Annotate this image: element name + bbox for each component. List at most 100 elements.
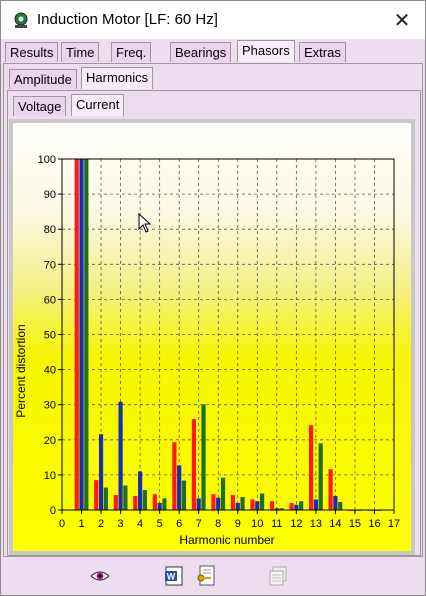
sub-tab-row: Amplitude Harmonics — [9, 67, 309, 91]
mouse-pointer-icon — [138, 213, 152, 233]
x-tick-label: 17 — [388, 518, 400, 530]
chart-bar — [177, 465, 182, 510]
chart-bar — [98, 434, 104, 510]
x-axis-label: Harmonic number — [179, 533, 274, 547]
chart-bar — [152, 494, 157, 510]
harmonics-chart: 01020304050607080901000 1 2 3 4 5 6 7 8 9 10 11 12 13… — [14, 154, 400, 547]
tab-voltage[interactable]: Voltage — [13, 96, 67, 116]
signal-tab-row: Voltage Current — [13, 94, 213, 118]
motor-app-icon — [14, 12, 28, 28]
x-tick-label: 1 — [78, 518, 84, 530]
x-tick-label: 11 — [271, 518, 282, 530]
close-icon: ✕ — [393, 9, 411, 32]
x-tick-label: 15 — [349, 518, 361, 530]
chart-bar — [338, 501, 343, 510]
chart-frame: 0 10 20 30 40 50 60 70 80 90 100 0 1 2 3 4 5 6 7 8 9 10 11 12 13… — [9, 119, 415, 555]
y-tick-label: 60 — [44, 294, 56, 306]
svg-text:W: W — [167, 572, 176, 582]
chart-bar — [113, 494, 118, 510]
x-tick-label: 4 — [137, 518, 143, 530]
chart-bar — [235, 502, 240, 510]
x-tick-label: 12 — [290, 518, 302, 530]
close-button[interactable]: ✕ — [379, 1, 425, 39]
chart-bar — [255, 501, 260, 510]
y-tick-label: 10 — [44, 470, 56, 482]
chart-bar — [313, 499, 318, 510]
chart-bar — [289, 502, 294, 510]
y-axis-label: Percent distortion — [14, 324, 28, 417]
chart-bar — [94, 480, 99, 510]
x-tick-label: 0 — [59, 518, 65, 530]
chart-bar — [79, 159, 84, 510]
y-tick-label: 0 — [50, 505, 56, 517]
chart-bar — [250, 499, 255, 510]
y-tick-label: 70 — [44, 259, 56, 271]
x-tick-label: 9 — [235, 518, 241, 530]
tab-results[interactable]: Results — [5, 42, 59, 62]
tab-extras[interactable]: Extras — [299, 42, 346, 62]
x-tick-label: 7 — [196, 518, 202, 530]
chart-bar — [240, 497, 245, 510]
chart-bar — [259, 493, 265, 510]
x-tick-label: 5 — [157, 518, 163, 530]
chart-bar — [318, 443, 323, 510]
title-bar: Induction Motor [LF: 60 Hz] ✕ — [1, 1, 425, 39]
chart-bar — [133, 495, 138, 510]
y-tick-label: 40 — [44, 365, 56, 377]
chart-grid — [62, 159, 394, 510]
main-tab-row: Results Time Freq. Bearings Phasors Extr… — [5, 40, 421, 64]
chart-bar — [142, 489, 148, 510]
x-tick-label: 13 — [310, 518, 322, 530]
x-tick-label: 6 — [176, 518, 182, 530]
key-document-icon[interactable] — [195, 565, 217, 587]
chart-bar — [299, 501, 304, 510]
chart-bar — [201, 404, 206, 510]
chart-bar — [157, 502, 162, 510]
tab-harmonics[interactable]: Harmonics — [81, 67, 154, 89]
y-tick-label: 90 — [44, 189, 56, 201]
tab-amplitude[interactable]: Amplitude — [9, 69, 77, 89]
chart-bar — [138, 471, 143, 510]
chart-bar — [269, 501, 275, 510]
chart-bar — [216, 497, 221, 510]
chart-bar — [191, 419, 197, 510]
chart-bar — [103, 487, 108, 510]
chart-bar — [294, 504, 299, 510]
word-export-icon[interactable]: W — [164, 565, 186, 587]
tab-time[interactable]: Time — [61, 42, 100, 62]
eye-icon[interactable] — [89, 565, 111, 587]
chart-axes: 01020304050607080901000 1 2 3 4 5 6 7 8 9 10 11 12 13… — [38, 154, 400, 530]
tab-phasors[interactable]: Phasors — [237, 40, 295, 62]
x-tick-label: 3 — [118, 518, 124, 530]
tab-freq[interactable]: Freq. — [111, 42, 152, 62]
chart-bar — [84, 159, 89, 510]
chart-bar — [220, 477, 226, 510]
window-title: Induction Motor [LF: 60 Hz] — [37, 11, 218, 28]
chart-bar — [118, 401, 123, 510]
chart-bar — [230, 494, 236, 510]
tab-current[interactable]: Current — [71, 94, 125, 116]
chart-bar — [196, 498, 201, 510]
copy-pages-icon[interactable] — [267, 565, 289, 587]
chart-bar — [333, 495, 338, 510]
chart-bar — [123, 485, 128, 510]
y-tick-label: 100 — [38, 154, 56, 166]
chart-bar — [308, 425, 314, 510]
y-tick-label: 20 — [44, 435, 56, 447]
chart-bar — [328, 469, 333, 510]
x-tick-label: 2 — [98, 518, 104, 530]
footer-toolbar: W — [1, 557, 425, 595]
y-tick-label: 50 — [44, 330, 56, 342]
chart-bar — [181, 480, 187, 510]
y-tick-label: 30 — [44, 400, 56, 412]
x-tick-label: 14 — [329, 518, 341, 530]
x-tick-label: 10 — [251, 518, 263, 530]
chart-bar — [211, 494, 216, 510]
tab-bearings[interactable]: Bearings — [170, 42, 232, 62]
chart-bar — [74, 159, 79, 510]
chart-bar — [172, 442, 177, 510]
x-tick-label: 8 — [215, 518, 221, 530]
app-window: Induction Motor [LF: 60 Hz] ✕ Results Ti… — [0, 0, 426, 596]
chart-bar — [162, 498, 167, 510]
x-tick-label: 16 — [368, 518, 380, 530]
